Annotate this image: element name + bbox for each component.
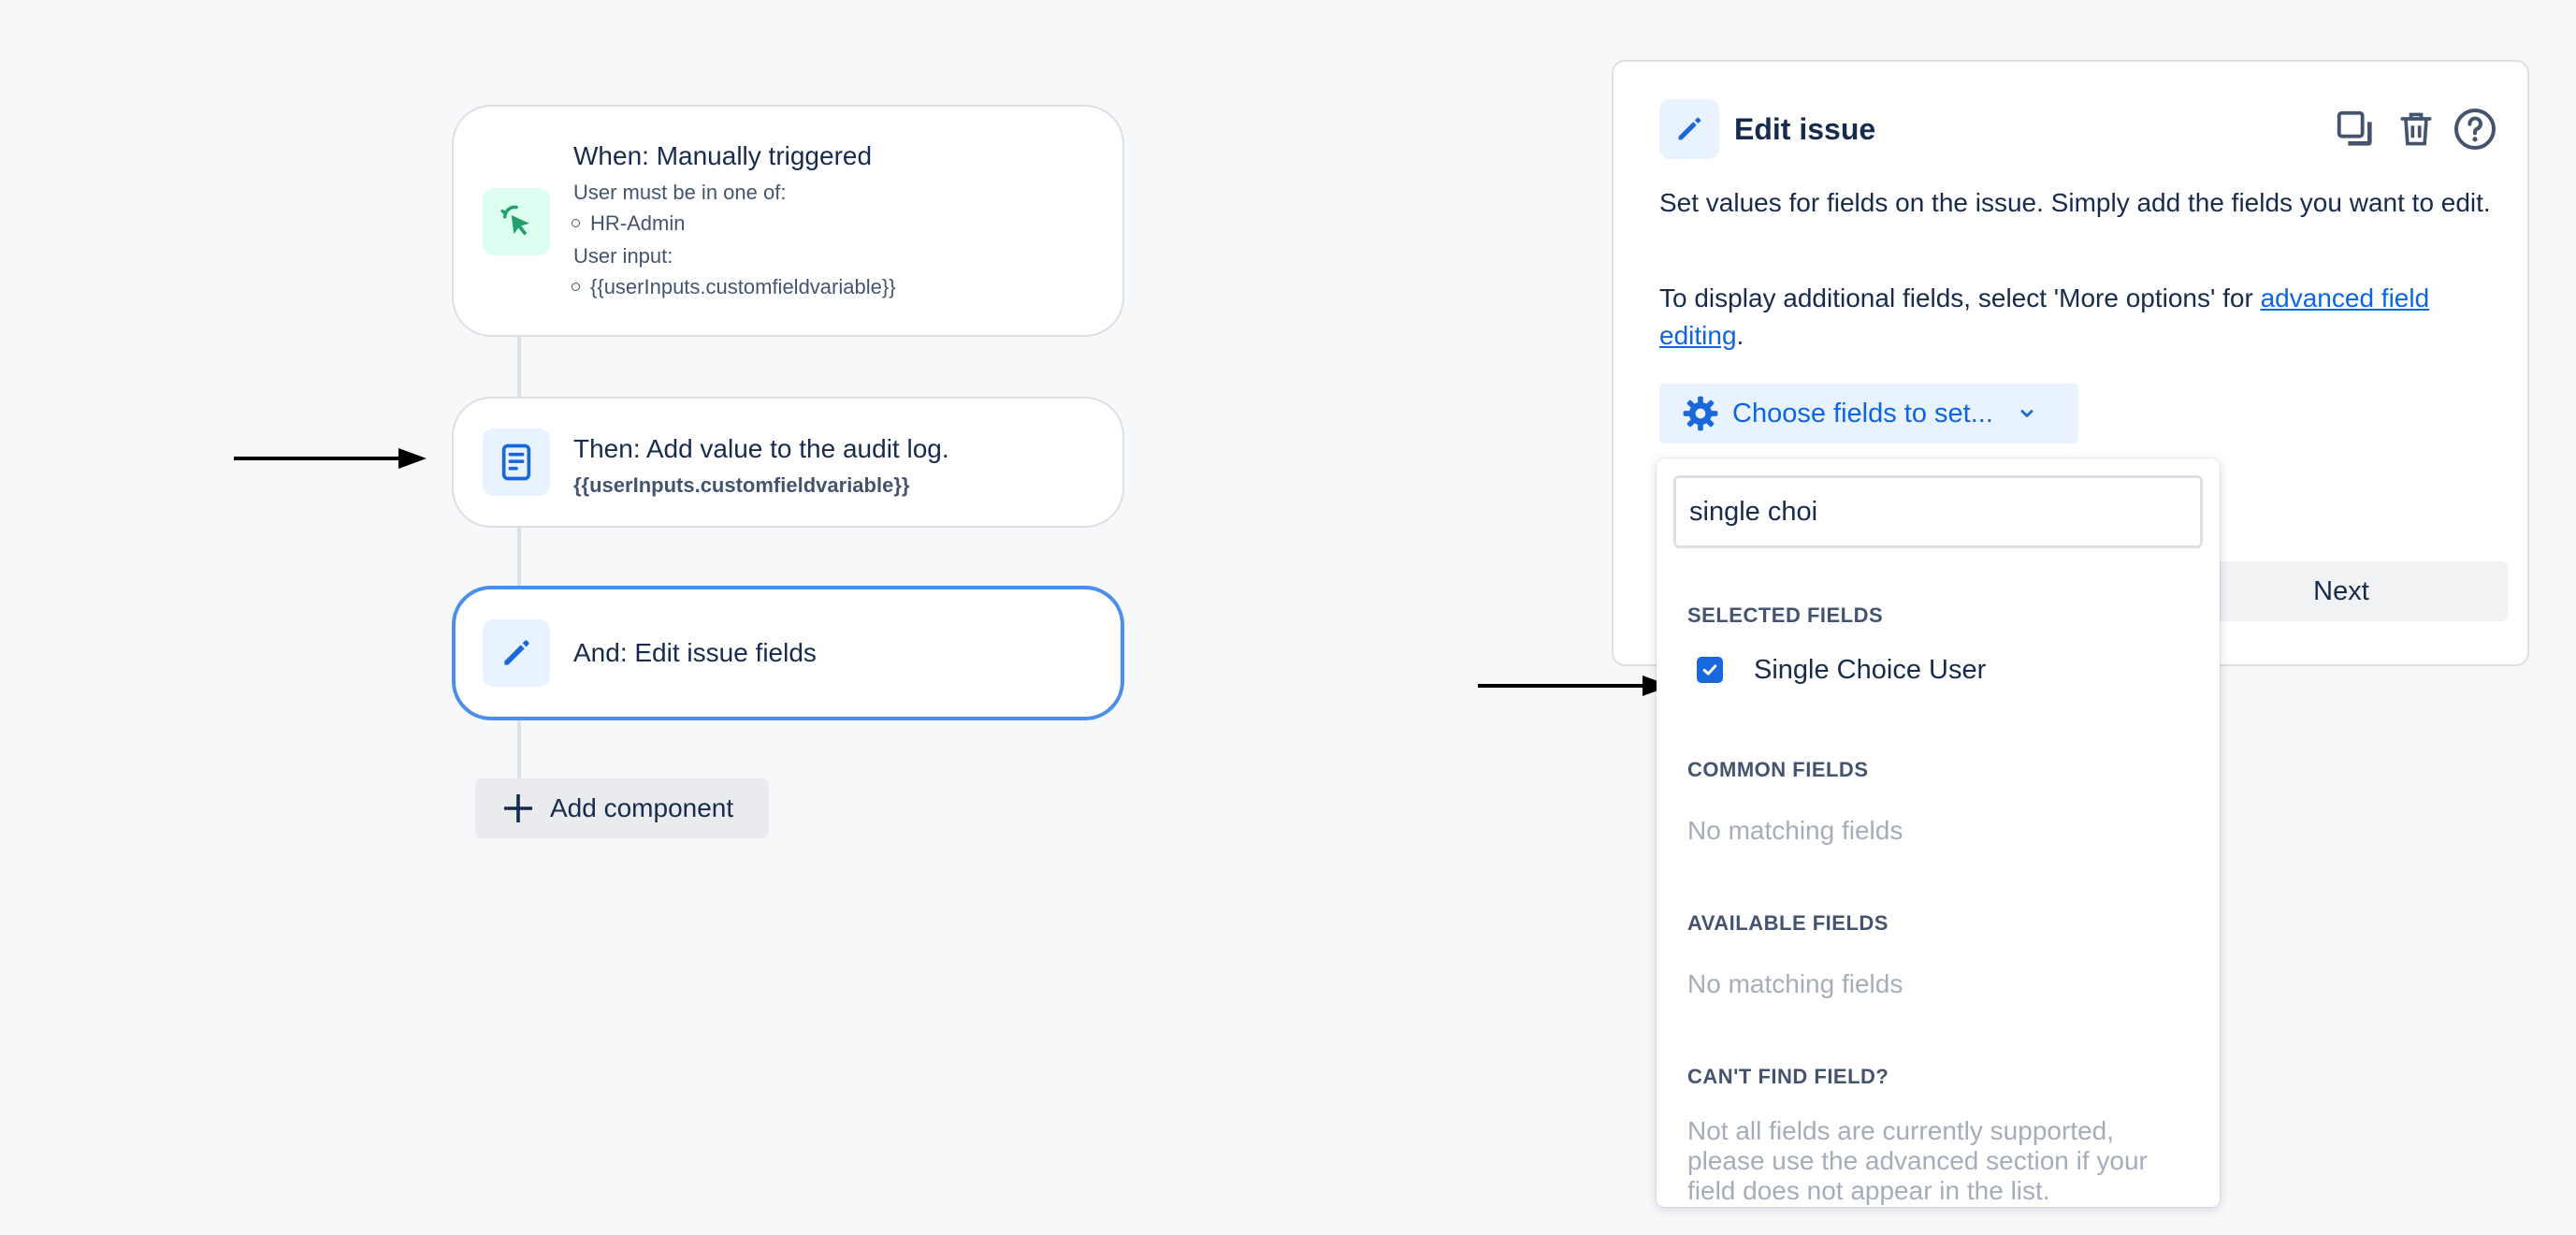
annotation-arrow-left bbox=[234, 448, 427, 469]
duplicate-button[interactable] bbox=[2329, 103, 2381, 155]
available-fields-empty: No matching fields bbox=[1687, 969, 1903, 998]
trash-icon bbox=[2400, 112, 2432, 146]
check-icon bbox=[1702, 664, 1717, 676]
cant-find-field-text: Not all fields are currently supported, … bbox=[1687, 1116, 2148, 1205]
plus-icon bbox=[504, 794, 532, 822]
panel-hint-prefix: To display additional fields, select 'Mo… bbox=[1659, 283, 2261, 312]
field-checkbox[interactable] bbox=[1697, 657, 1723, 683]
field-option-single-choice-user[interactable]: Single Choice User bbox=[1657, 646, 2220, 696]
cursor-click-icon bbox=[483, 188, 550, 255]
add-component-button[interactable]: Add component bbox=[475, 778, 769, 838]
flow-connector bbox=[517, 528, 521, 588]
field-option-label: Single Choice User bbox=[1754, 655, 1987, 685]
flow-connector bbox=[517, 337, 521, 399]
pencil-icon bbox=[1659, 99, 1719, 159]
document-icon bbox=[483, 429, 550, 496]
delete-button[interactable] bbox=[2390, 103, 2442, 155]
help-icon bbox=[2454, 109, 2496, 150]
audit-log-title: Then: Add value to the audit log. bbox=[573, 434, 949, 463]
add-component-label: Add component bbox=[550, 793, 734, 822]
field-search-input[interactable] bbox=[1673, 475, 2203, 548]
choose-fields-label: Choose fields to set... bbox=[1732, 398, 1993, 429]
trigger-condition-value: HR-Admin bbox=[571, 211, 686, 235]
choose-fields-button[interactable]: Choose fields to set... bbox=[1659, 384, 2078, 443]
panel-description: Set values for fields on the issue. Simp… bbox=[1659, 188, 2491, 217]
trigger-input-value: {{userInputs.customfieldvariable}} bbox=[572, 275, 896, 298]
help-button[interactable] bbox=[2449, 103, 2501, 155]
trigger-input-label: User input: bbox=[573, 244, 673, 268]
duplicate-icon bbox=[2337, 110, 2372, 146]
common-fields-heading: COMMON FIELDS bbox=[1687, 758, 1869, 781]
fields-dropdown: SELECTED FIELDS Single Choice User COMMO… bbox=[1657, 458, 2220, 1207]
audit-log-card[interactable]: Then: Add value to the audit log. {{user… bbox=[452, 397, 1124, 528]
pencil-icon bbox=[483, 619, 550, 687]
panel-title: Edit issue bbox=[1734, 112, 1876, 146]
panel-hint-suffix: . bbox=[1736, 321, 1744, 350]
flow-connector bbox=[517, 719, 521, 780]
available-fields-heading: AVAILABLE FIELDS bbox=[1687, 911, 1889, 935]
trigger-condition-label: User must be in one of: bbox=[573, 181, 787, 204]
chevron-down-icon bbox=[2020, 410, 2033, 417]
trigger-title: When: Manually triggered bbox=[573, 141, 873, 170]
panel-hint: To display additional fields, select 'Mo… bbox=[1659, 280, 2501, 355]
cant-find-field-heading: CAN'T FIND FIELD? bbox=[1687, 1065, 1889, 1088]
edit-issue-card[interactable]: And: Edit issue fields bbox=[452, 586, 1124, 720]
common-fields-empty: No matching fields bbox=[1687, 816, 1903, 845]
edit-issue-title: And: Edit issue fields bbox=[573, 638, 817, 667]
audit-log-value: {{userInputs.customfieldvariable}} bbox=[573, 473, 910, 497]
gear-icon bbox=[1683, 396, 1718, 431]
trigger-card[interactable]: When: Manually triggered User must be in… bbox=[452, 105, 1124, 337]
selected-fields-heading: SELECTED FIELDS bbox=[1687, 603, 1884, 627]
annotation-arrow-right bbox=[1478, 676, 1671, 696]
